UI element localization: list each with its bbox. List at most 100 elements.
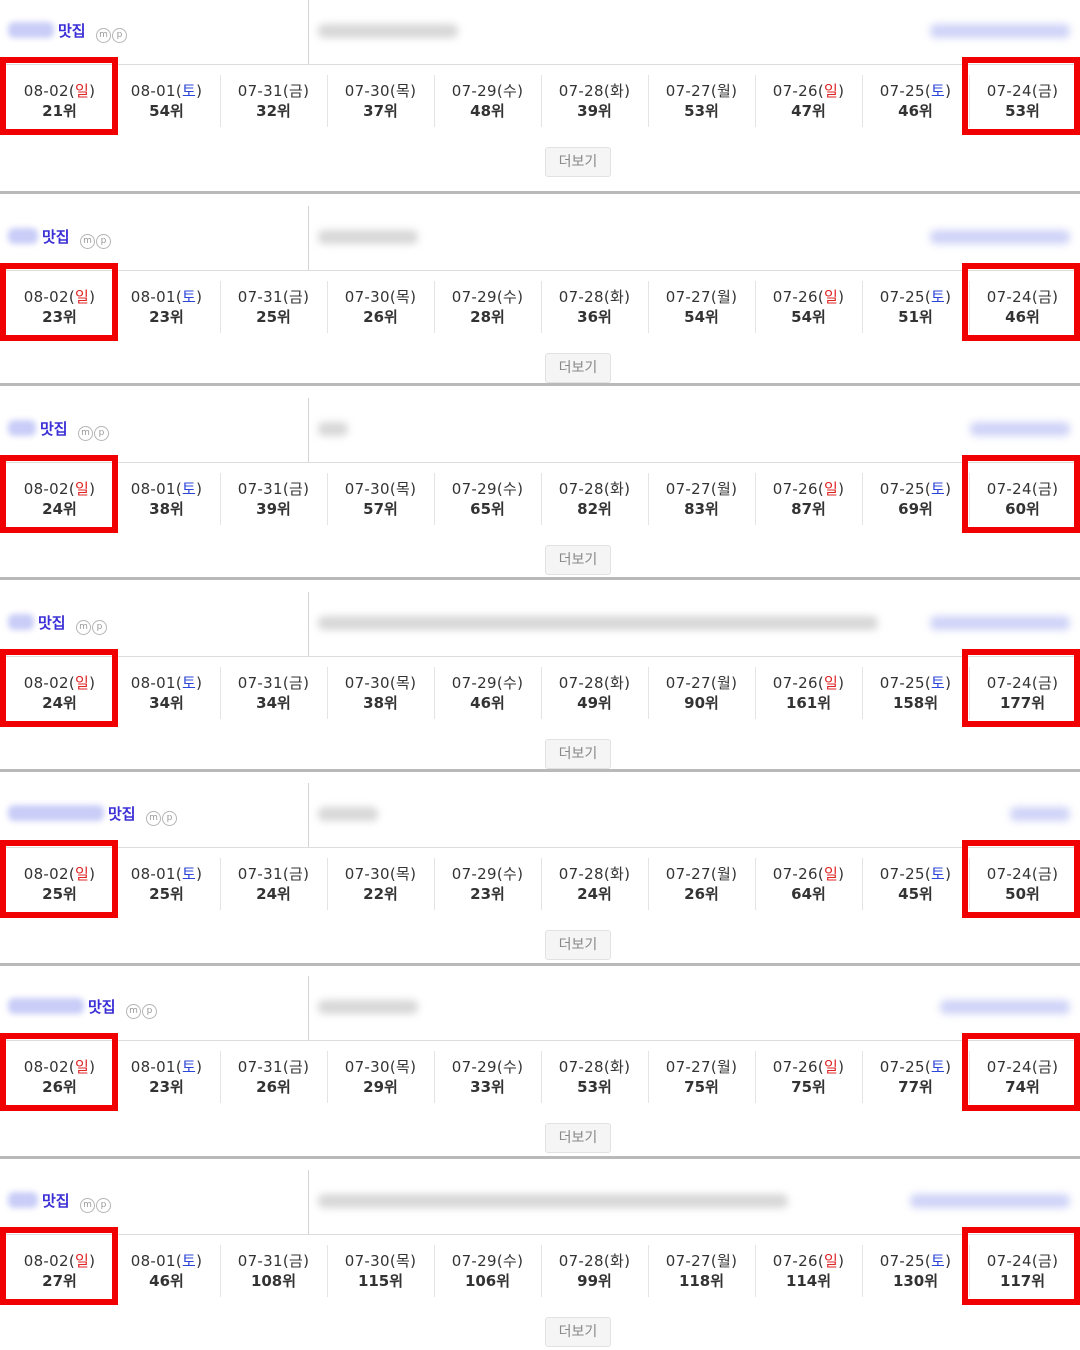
date-month-day: 07-27 <box>665 288 711 306</box>
more-button[interactable]: 더보기 <box>545 147 611 177</box>
more-button[interactable]: 더보기 <box>545 545 611 575</box>
cell-separator <box>327 75 328 127</box>
paren-close: ) <box>303 82 310 100</box>
daily-rank-cell: 07-24(금) 50위 <box>969 848 1076 920</box>
more-button[interactable]: 더보기 <box>545 1123 611 1153</box>
rank-value: 53위 <box>684 102 719 120</box>
cell-separator <box>862 1051 863 1103</box>
keyword-suffix[interactable]: 맛집 <box>42 1190 70 1211</box>
paren-close: ) <box>838 674 845 692</box>
rank-value: 39위 <box>256 500 291 518</box>
rank-date: 07-29(수) <box>434 1251 541 1271</box>
more-button[interactable]: 더보기 <box>545 739 611 769</box>
keyword-suffix[interactable]: 맛집 <box>42 226 70 247</box>
date-month-day: 07-30 <box>344 288 390 306</box>
rank-value: 64위 <box>791 885 826 903</box>
rank-value: 106위 <box>464 1272 511 1290</box>
rank-date: 07-25(토) <box>862 1057 969 1077</box>
header-separator <box>308 976 309 1040</box>
rank-value: 26위 <box>363 308 398 326</box>
paren-close: ) <box>410 865 417 883</box>
date-month-day: 07-28 <box>558 480 604 498</box>
cell-separator <box>113 473 114 525</box>
rank-value: 82위 <box>577 500 612 518</box>
daily-rank-cell: 07-29(수) 65위 <box>434 463 541 535</box>
rank-date: 07-31(금) <box>220 287 327 307</box>
daily-rank-row: 08-02(일) 25위 08-01(토) 25위 07-31(금) 24위 07-30(목… <box>0 840 1080 920</box>
daily-rank-cell: 07-26(일) 161위 <box>755 657 862 729</box>
paren-close: ) <box>303 288 310 306</box>
paren-close: ) <box>624 865 631 883</box>
day-of-week: 화 <box>609 865 625 883</box>
day-of-week: 토 <box>181 82 197 100</box>
rank-date: 08-01(토) <box>113 1251 220 1271</box>
rank-date: 07-27(월) <box>648 479 755 499</box>
daily-rank-cell: 07-25(토) 77위 <box>862 1041 969 1113</box>
day-of-week: 수 <box>502 865 518 883</box>
paren-close: ) <box>517 1058 524 1076</box>
mobile-badge-icon: m <box>76 620 91 635</box>
cell-separator <box>648 281 649 333</box>
keyword-suffix[interactable]: 맛집 <box>38 612 66 633</box>
daily-rank-cell: 07-26(일) 75위 <box>755 1041 862 1113</box>
rank-date: 07-25(토) <box>862 673 969 693</box>
day-of-week: 토 <box>930 674 946 692</box>
cell-separator <box>327 473 328 525</box>
header-separator <box>308 398 309 462</box>
paren-close: ) <box>945 82 952 100</box>
daily-rank-cell: 07-30(목) 38위 <box>327 657 434 729</box>
daily-rank-cell: 07-25(토) 51위 <box>862 271 969 343</box>
cell-separator <box>220 1051 221 1103</box>
daily-rank-cell: 07-31(금) 25위 <box>220 271 327 343</box>
keyword-suffix[interactable]: 맛집 <box>88 996 116 1017</box>
keyword-suffix[interactable]: 맛집 <box>40 418 68 439</box>
daily-rank-cell: 07-29(수) 33위 <box>434 1041 541 1113</box>
blurred-link[interactable] <box>970 422 1070 436</box>
rank-date: 08-01(토) <box>113 287 220 307</box>
paren-close: ) <box>89 1252 96 1270</box>
keyword-suffix[interactable]: 맛집 <box>108 803 136 824</box>
daily-rank-cell: 08-02(일) 23위 <box>6 271 113 343</box>
blurred-link[interactable] <box>910 1194 1070 1208</box>
pc-badge-icon: p <box>142 1004 157 1019</box>
date-month-day: 07-31 <box>237 480 283 498</box>
daily-rank-cell: 07-26(일) 47위 <box>755 65 862 137</box>
rank-value: 22위 <box>363 885 398 903</box>
cell-separator <box>541 858 542 910</box>
blurred-link[interactable] <box>940 1000 1070 1014</box>
more-button[interactable]: 더보기 <box>545 353 611 383</box>
day-of-week: 화 <box>609 82 625 100</box>
daily-rank-cell: 07-24(금) 177위 <box>969 657 1076 729</box>
paren-close: ) <box>196 480 203 498</box>
day-of-week: 월 <box>716 82 732 100</box>
rank-date: 07-26(일) <box>755 81 862 101</box>
mobile-pc-badges: mp <box>76 620 107 635</box>
blurred-link[interactable] <box>930 24 1070 38</box>
rank-value: 90위 <box>684 694 719 712</box>
blurred-link[interactable] <box>1010 807 1070 821</box>
day-of-week: 금 <box>288 1058 304 1076</box>
date-month-day: 07-26 <box>772 865 818 883</box>
day-of-week: 월 <box>716 1058 732 1076</box>
mobile-pc-badges: mp <box>96 28 127 43</box>
rank-value: 65위 <box>470 500 505 518</box>
paren-close: ) <box>1052 865 1059 883</box>
more-button[interactable]: 더보기 <box>545 1317 611 1347</box>
pc-badge-icon: p <box>112 28 127 43</box>
cell-separator <box>541 1051 542 1103</box>
cell-separator <box>113 75 114 127</box>
date-month-day: 07-30 <box>344 1252 390 1270</box>
mobile-pc-badges: mp <box>80 1198 111 1213</box>
paren-close: ) <box>731 288 738 306</box>
paren-close: ) <box>945 865 952 883</box>
blurred-link[interactable] <box>930 616 1070 630</box>
rank-value: 54위 <box>791 308 826 326</box>
rank-date: 07-25(토) <box>862 479 969 499</box>
rank-value: 21위 <box>42 102 77 120</box>
keyword-suffix[interactable]: 맛집 <box>58 20 86 41</box>
paren-close: ) <box>410 1252 417 1270</box>
daily-rank-cell: 07-29(수) 48위 <box>434 65 541 137</box>
blurred-link[interactable] <box>930 230 1070 244</box>
more-button[interactable]: 더보기 <box>545 930 611 960</box>
cell-separator <box>755 1245 756 1297</box>
